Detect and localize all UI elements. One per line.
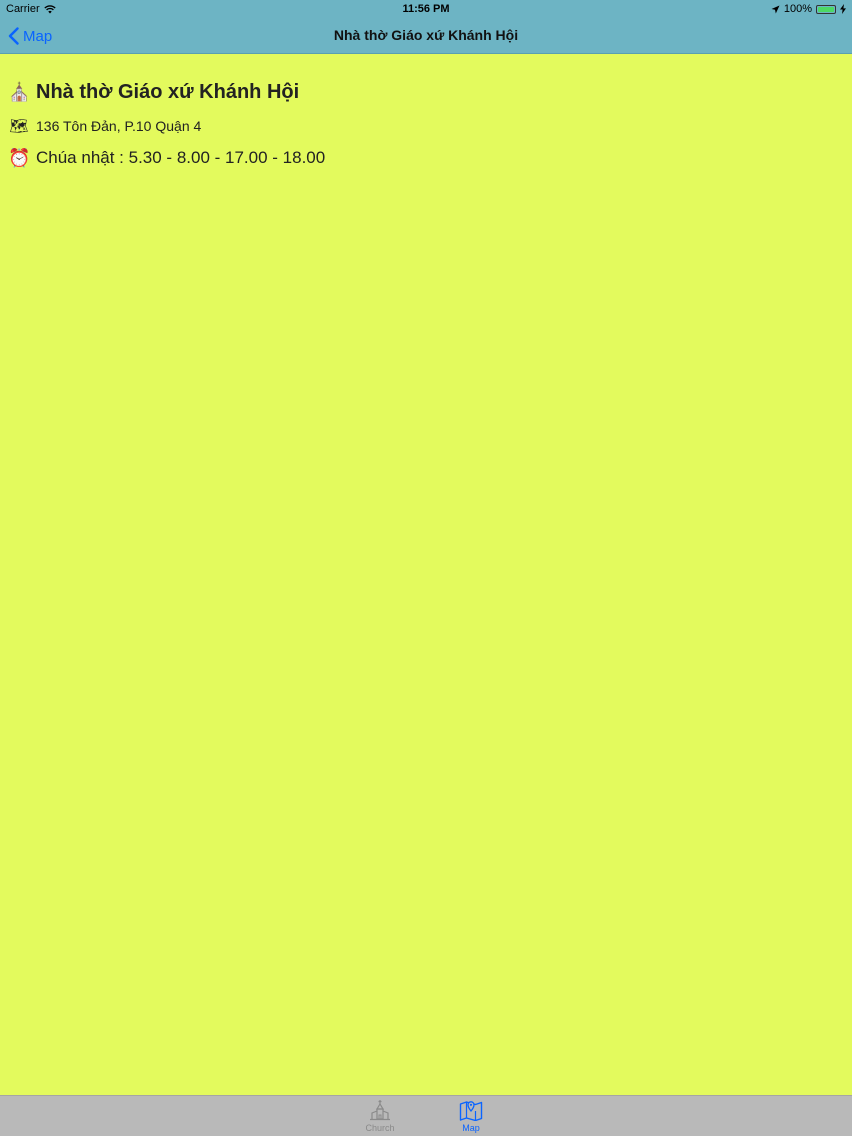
church-name: Nhà thờ Giáo xứ Khánh Hội xyxy=(36,80,300,103)
status-bar: Carrier 11:56 PM 100% xyxy=(0,0,852,18)
tab-map-label: Map xyxy=(462,1123,480,1133)
church-address: 136 Tôn Đản, P.10 Quận 4 xyxy=(36,118,202,134)
map-emoji-icon: 🗺 xyxy=(9,118,29,135)
tab-bar: Church Map xyxy=(0,1095,852,1136)
address-row: 🗺 136 Tôn Đản, P.10 Quận 4 xyxy=(8,116,325,136)
mass-schedule: Chúa nhật : 5.30 - 8.00 - 17.00 - 18.00 xyxy=(36,148,326,167)
battery-percent: 100% xyxy=(783,3,812,15)
church-name-row: ⛪ Nhà thờ Giáo xứ Khánh Hội xyxy=(8,78,325,106)
church-icon xyxy=(370,1100,390,1121)
tab-map[interactable]: Map xyxy=(441,1099,501,1135)
tab-church-label: Church xyxy=(365,1123,395,1133)
tab-church[interactable]: Church xyxy=(350,1099,410,1135)
battery-icon xyxy=(816,4,836,14)
church-detail: ⛪ Nhà thờ Giáo xứ Khánh Hội 🗺 136 Tôn Đả… xyxy=(8,78,325,170)
location-arrow-icon xyxy=(771,5,780,13)
status-time: 11:56 PM xyxy=(402,3,450,15)
navigation-bar: Map Nhà thờ Giáo xứ Khánh Hội xyxy=(0,18,852,54)
page-title: Nhà thờ Giáo xứ Khánh Hội xyxy=(333,27,519,43)
battery-fill xyxy=(818,6,834,12)
alarm-clock-emoji-icon: ⏰ xyxy=(8,147,31,168)
schedule-row: ⏰ Chúa nhật : 5.30 - 8.00 - 17.00 - 18.0… xyxy=(8,146,325,170)
church-emoji-icon: ⛪ xyxy=(8,81,31,102)
charging-bolt-icon xyxy=(840,4,846,14)
status-right: 100% xyxy=(771,3,846,15)
map-icon xyxy=(459,1101,483,1121)
